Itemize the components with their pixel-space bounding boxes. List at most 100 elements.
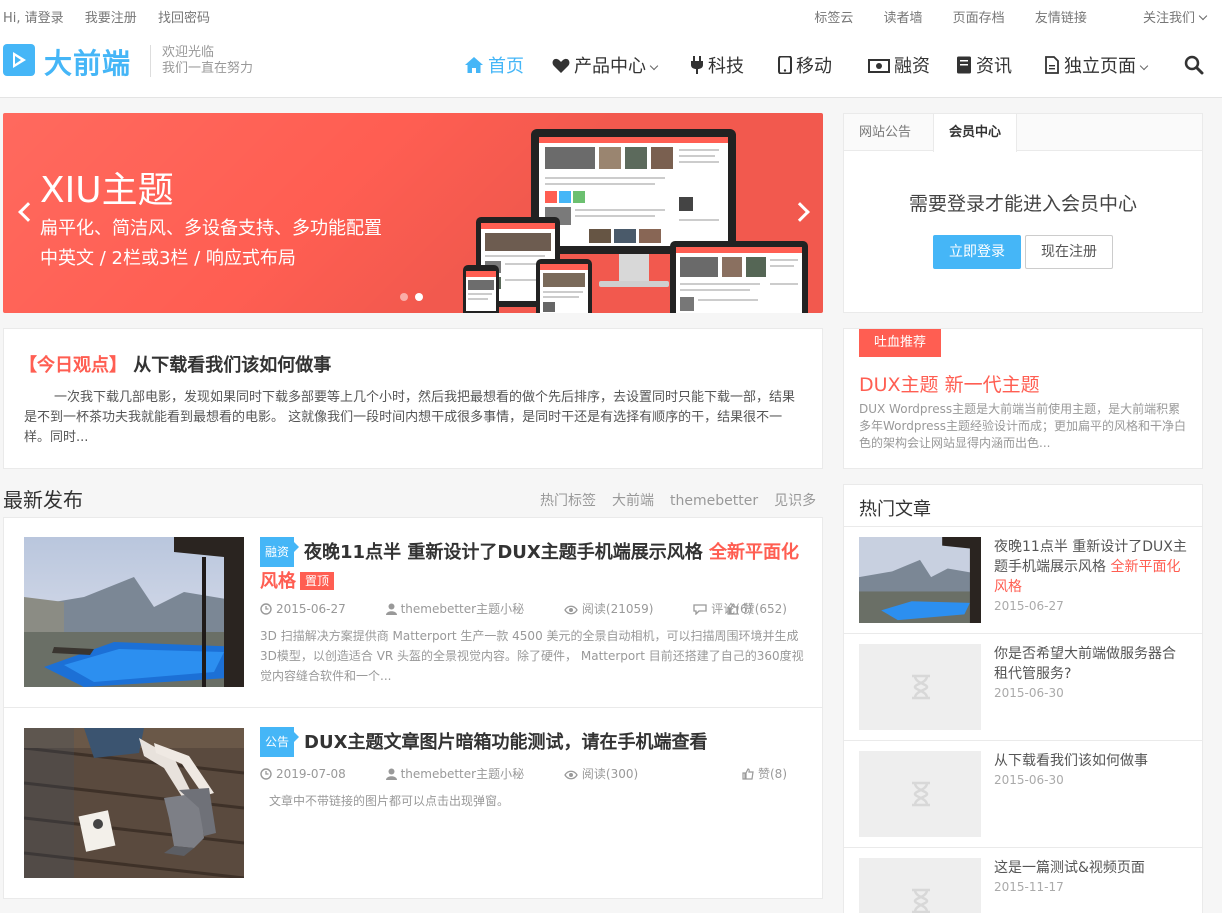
hot-posts-box: 热门文章 夜晚11点半 重新设计了DUX主题手机端展示风格 全新平面化风格 20… <box>843 484 1203 913</box>
post-meta: 2019-07-08 themebetter主题小秘 阅读(300) 赞(8) <box>260 765 805 782</box>
post-title-text: 夜晚11点半 重新设计了DUX主题手机端展示风格 <box>304 542 703 563</box>
nav-label: 首页 <box>488 56 524 77</box>
post-author[interactable]: themebetter主题小秘 <box>385 767 543 781</box>
opinion-title[interactable]: 【今日观点】 从下载看我们该如何做事 <box>19 351 331 377</box>
tab-member-center[interactable]: 会员中心 <box>933 114 1018 152</box>
tablet-icon <box>778 55 792 75</box>
user-icon <box>385 768 397 780</box>
opinion-title-text: 从下载看我们该如何做事 <box>133 355 332 376</box>
nav-item-pages[interactable]: 独立页面 <box>1044 52 1149 78</box>
slider-dot-2[interactable] <box>415 293 423 301</box>
user-icon <box>385 603 397 615</box>
opinion-tag: 【今日观点】 <box>19 355 127 376</box>
recommend-box: 吐血推荐 DUX主题 新一代主题 DUX Wordpress主题是大前端当前使用… <box>843 328 1203 469</box>
hot-post-thumbnail[interactable] <box>859 751 981 837</box>
nav-label: 独立页面 <box>1064 56 1136 77</box>
comment-icon <box>693 604 707 616</box>
post-meta: 2015-06-27 themebetter主题小秘 阅读(21059) 评论(… <box>260 600 805 617</box>
hot-post-date: 2015-11-17 <box>994 880 1064 894</box>
hot-post-thumbnail[interactable] <box>859 858 981 913</box>
recommend-title[interactable]: DUX主题 新一代主题 <box>859 370 1040 397</box>
hot-post-item[interactable]: 这是一篇测试&视频页面 2015-11-17 <box>844 848 1202 913</box>
dqd-link[interactable]: 大前端 <box>612 493 654 509</box>
top-bar-left: Hi, 请登录 我要注册 找回密码 <box>3 7 227 26</box>
jianshiduo-link[interactable]: 见识多 <box>774 493 816 509</box>
hot-post-title: 夜晚11点半 重新设计了DUX主题手机端展示风格 全新平面化风格 <box>994 539 1187 595</box>
tab-announcement[interactable]: 网站公告 <box>844 114 926 151</box>
chevron-down-icon <box>1139 61 1149 71</box>
heart-icon <box>552 58 570 73</box>
login-button[interactable]: 立即登录 <box>933 235 1021 269</box>
hot-posts-heading: 热门文章 <box>859 499 931 520</box>
find-password-link[interactable]: 找回密码 <box>158 11 210 26</box>
nav-item-products[interactable]: 产品中心 <box>552 52 659 78</box>
follow-us-label: 关注我们 <box>1142 11 1195 26</box>
readers-wall-link[interactable]: 读者墙 <box>884 11 923 26</box>
tag-cloud-link[interactable]: 标签云 <box>814 11 853 26</box>
latest-heading: 最新发布 <box>3 488 83 512</box>
themebetter-link[interactable]: themebetter <box>670 493 758 509</box>
slogan-line-1: 欢迎光临 <box>162 45 215 60</box>
sidebar-tabs: 网站公告 会员中心 <box>844 114 1202 152</box>
post-title-text: DUX主题文章图片暗箱功能测试，请在手机端查看 <box>304 732 708 753</box>
thumbs-up-icon <box>742 768 754 780</box>
hot-post-title: 这是一篇测试&视频页面 <box>994 860 1145 876</box>
eye-icon <box>564 770 578 780</box>
slider-dot-1[interactable] <box>400 293 408 301</box>
top-bar-right: 标签云 读者墙 页面存档 友情链接 关注我们 <box>788 7 1208 26</box>
post-excerpt: 文章中不带链接的图片都可以点击出现弹窗。 <box>269 794 510 808</box>
post-thumbnail[interactable] <box>24 537 244 687</box>
nav-item-news[interactable]: 资讯 <box>956 52 1012 78</box>
post-like-button[interactable]: 赞(652) <box>727 600 805 617</box>
site-header: 大前端 欢迎光临 我们一直在努力 首页 产品中心 科技 移动 融资 资讯 独立页… <box>0 32 1222 98</box>
post-like-button[interactable]: 赞(8) <box>742 765 805 782</box>
recommend-text: DUX Wordpress主题是大前端当前使用主题，是大前端积累多年Wordpr… <box>859 402 1187 450</box>
member-tabbox: 网站公告 会员中心 需要登录才能进入会员中心 立即登录 现在注册 <box>843 113 1203 313</box>
nav-item-mobile[interactable]: 移动 <box>778 52 832 78</box>
register-button[interactable]: 现在注册 <box>1025 235 1113 269</box>
file-icon <box>1045 56 1059 74</box>
post-date: 2019-07-08 <box>260 767 364 781</box>
nav-item-tech[interactable]: 科技 <box>690 52 744 78</box>
login-link[interactable]: Hi, 请登录 <box>3 11 64 26</box>
register-link[interactable]: 我要注册 <box>85 11 137 26</box>
hot-post-title: 你是否希望大前端做服务器合租代管服务? <box>994 646 1176 682</box>
home-icon <box>465 57 483 73</box>
nav-label: 产品中心 <box>574 56 646 77</box>
page-archive-link[interactable]: 页面存档 <box>953 11 1005 26</box>
hot-post-item[interactable]: 你是否希望大前端做服务器合租代管服务? 2015-06-30 <box>844 634 1202 741</box>
nav-item-finance[interactable]: 融资 <box>868 52 930 78</box>
post-category-badge[interactable]: 公告 <box>260 727 300 757</box>
nav-label: 融资 <box>894 56 930 77</box>
post-thumbnail[interactable] <box>24 728 244 878</box>
post-category-badge[interactable]: 融资 <box>260 537 300 567</box>
hourglass-icon <box>912 674 930 700</box>
hot-post-thumbnail[interactable] <box>859 644 981 730</box>
book-icon <box>957 56 971 74</box>
logo-text[interactable]: 大前端 <box>44 42 131 82</box>
hot-post-item[interactable]: 夜晚11点半 重新设计了DUX主题手机端展示风格 全新平面化风格 2015-06… <box>844 527 1202 634</box>
search-icon[interactable] <box>1184 55 1204 75</box>
hourglass-icon <box>912 888 930 913</box>
recommend-tag: 吐血推荐 <box>859 329 942 357</box>
nav-item-home[interactable]: 首页 <box>464 52 524 78</box>
hot-post-item[interactable]: 从下载看我们该如何做事 2015-06-30 <box>844 741 1202 848</box>
thumbs-up-icon <box>727 603 739 615</box>
clock-icon <box>260 603 272 615</box>
money-icon <box>868 59 890 73</box>
banner-slider[interactable]: XIU主题 扁平化、简洁风、多设备支持、多功能配置 中英文 / 2栏或3栏 / … <box>3 113 823 313</box>
post-title[interactable]: 融资 夜晚11点半 重新设计了DUX主题手机端展示风格 全新平面化风格 置顶 <box>260 537 805 595</box>
follow-us-menu[interactable]: 关注我们 <box>1117 11 1208 26</box>
post-views: 阅读(300) <box>564 767 656 781</box>
hot-tags-link[interactable]: 热门标签 <box>540 493 596 509</box>
nav-label: 移动 <box>796 56 832 77</box>
post-title[interactable]: 公告 DUX主题文章图片暗箱功能测试，请在手机端查看 <box>260 727 805 759</box>
hot-post-thumbnail[interactable] <box>859 537 981 623</box>
logo-icon[interactable] <box>3 44 35 76</box>
chevron-down-icon <box>649 61 659 71</box>
chevron-down-icon <box>1198 11 1208 21</box>
slider-dots <box>400 290 430 305</box>
post-author[interactable]: themebetter主题小秘 <box>385 602 543 616</box>
slogan-line-2: 我们一直在努力 <box>162 61 254 76</box>
friend-links-link[interactable]: 友情链接 <box>1035 11 1087 26</box>
